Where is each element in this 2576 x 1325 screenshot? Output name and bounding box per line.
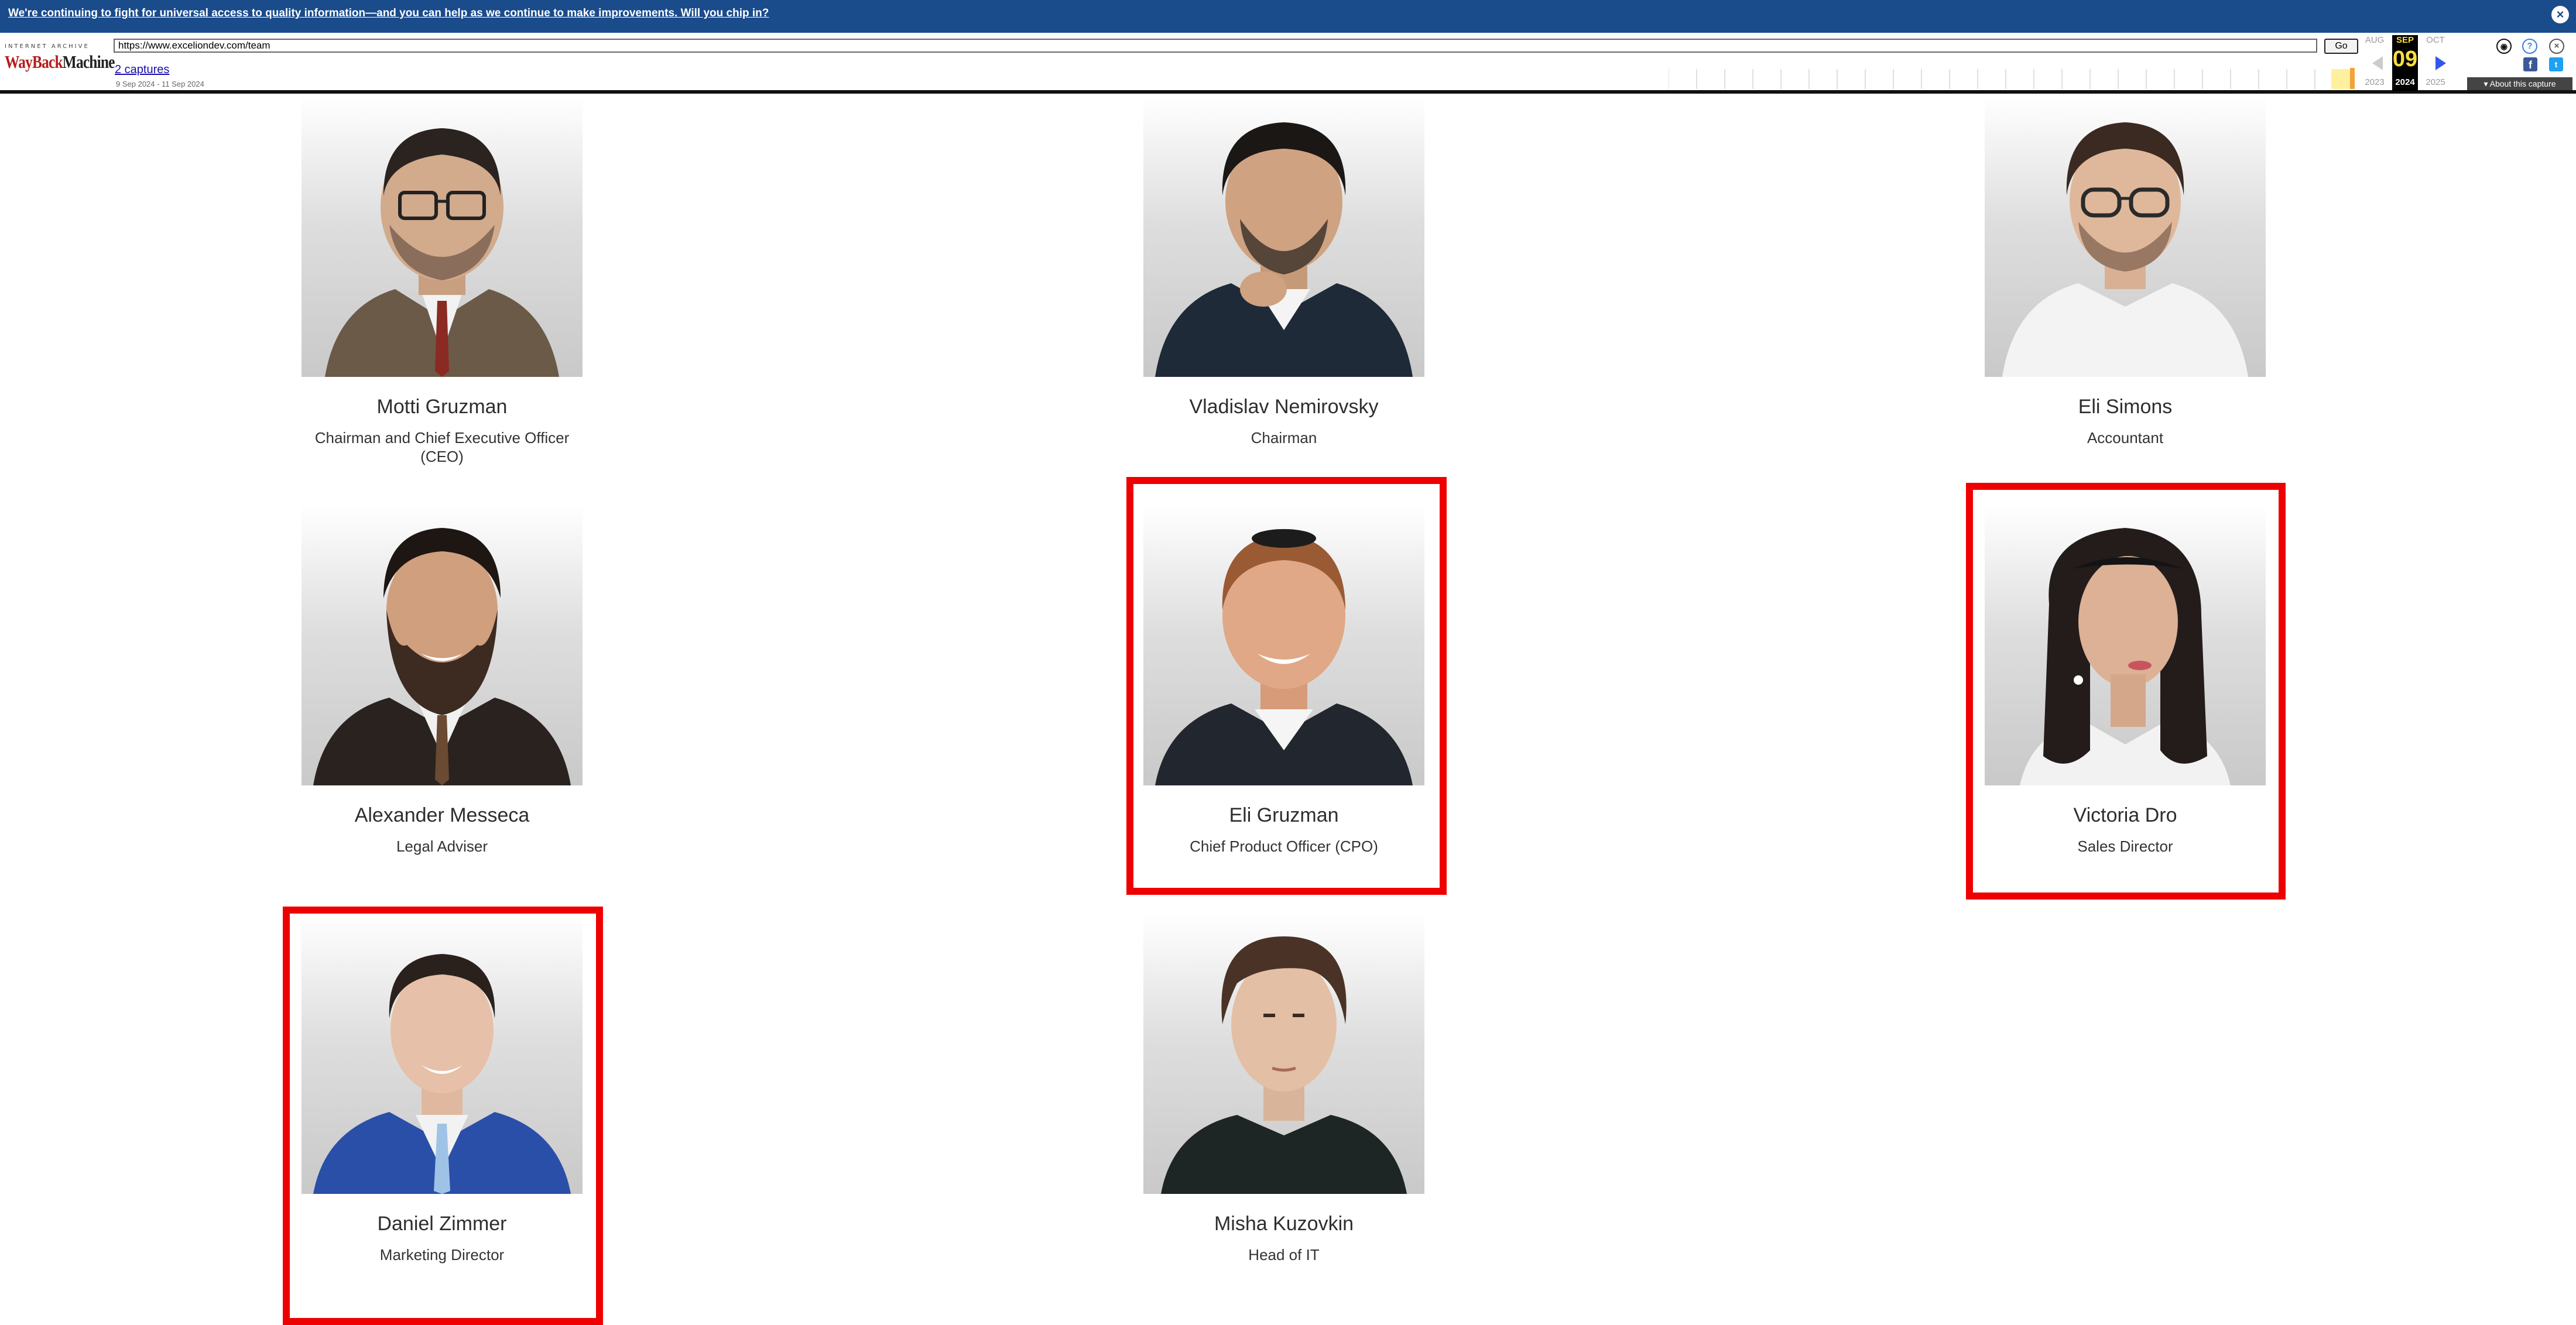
donation-banner: We're continuing to fight for universal … [0, 0, 2576, 33]
next-year[interactable]: 2025 [2423, 77, 2448, 87]
current-month-label: SEP [2396, 35, 2414, 45]
wayback-url-input[interactable] [114, 39, 2317, 53]
highlight-eli-gruzman [1126, 477, 1447, 895]
close-toolbar-icon[interactable]: × [2549, 39, 2564, 54]
person-role: Accountant [2087, 429, 2164, 447]
wayback-logo[interactable]: INTERNET ARCHIVE WayBackMachine [5, 43, 115, 84]
captures-link[interactable]: 2 captures [115, 63, 169, 77]
twitter-icon[interactable]: t [2549, 57, 2563, 71]
photo-eli-simons [1985, 96, 2266, 377]
person-name: Misha Kuzovkin [1214, 1213, 1354, 1235]
donation-link[interactable]: We're continuing to fight for universal … [8, 7, 769, 20]
photo-vladislav-nemirovsky [1143, 96, 1424, 377]
person-name: Eli Simons [2078, 396, 2173, 418]
go-button[interactable]: Go [2324, 39, 2358, 54]
wayback-logo-wordmark: WayBackMachine [5, 52, 115, 73]
wayback-logo-caption: INTERNET ARCHIVE [5, 43, 90, 50]
user-account-icon[interactable]: ◉ [2496, 39, 2512, 54]
wayback-toolbar: INTERNET ARCHIVE WayBackMachine Go 2 cap… [0, 33, 2576, 94]
help-icon[interactable]: ? [2522, 39, 2537, 54]
wayback-logo-red: WayBack [5, 52, 63, 72]
close-banner-icon[interactable]: × [2551, 6, 2569, 23]
person-role: Head of IT [1248, 1246, 1320, 1264]
photo-misha-kuzovkin [1143, 913, 1424, 1194]
person-role: Chairman and Chief Executive Officer (CE… [314, 429, 570, 465]
prev-year[interactable]: 2023 [2362, 77, 2387, 87]
capture-date-range: 9 Sep 2024 - 11 Sep 2024 [116, 80, 204, 88]
about-capture-button[interactable]: ▾ About this capture [2467, 77, 2572, 90]
current-month: SEP 09 2024 [2392, 35, 2418, 91]
highlight-daniel-zimmer [283, 907, 603, 1325]
team-card-alexander-messeca: Alexander Messeca Legal Adviser [284, 504, 600, 914]
photo-motti-gruzman [302, 96, 583, 377]
prev-capture-arrow-icon[interactable] [2372, 56, 2383, 70]
person-role: Legal Adviser [396, 837, 488, 855]
team-card-eli-simons: Eli Simons Accountant [1967, 96, 2283, 506]
prev-month-label[interactable]: AUG [2362, 35, 2387, 45]
facebook-icon[interactable]: f [2523, 57, 2537, 71]
person-name: Alexander Messeca [354, 804, 530, 826]
photo-alexander-messeca [302, 504, 583, 785]
person-role: Chairman [1251, 429, 1317, 447]
current-year: 2024 [2395, 77, 2415, 87]
team-card-motti-gruzman: Motti Gruzman Chairman and Chief Executi… [284, 96, 600, 506]
current-day: 09 [2392, 47, 2418, 71]
team-card-vladislav-nemirovsky: Vladislav Nemirovsky Chairman [1126, 96, 1442, 506]
team-card-misha-kuzovkin: Misha Kuzovkin Head of IT [1126, 913, 1442, 1323]
person-name: Vladislav Nemirovsky [1189, 396, 1379, 418]
wayback-logo-dark: Machine [62, 52, 115, 72]
next-month-label[interactable]: OCT [2423, 35, 2448, 45]
highlight-victoria-dro [1966, 483, 2286, 900]
capture-sparkline[interactable] [1669, 66, 2359, 89]
person-name: Motti Gruzman [376, 396, 508, 418]
next-capture-arrow-icon[interactable] [2435, 56, 2446, 70]
